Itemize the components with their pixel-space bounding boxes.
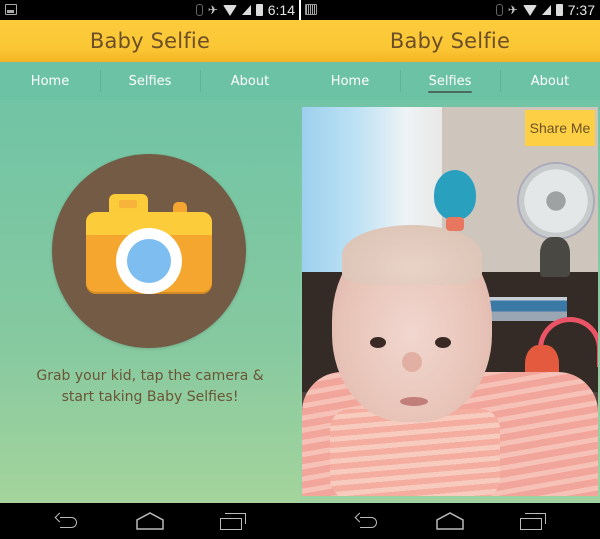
- camera-button[interactable]: [52, 154, 246, 348]
- tab-about-label: About: [530, 73, 570, 89]
- photo-toy-bulb: [434, 170, 476, 220]
- tab-about-label: About: [230, 73, 270, 89]
- status-bar: ✈ 7:37: [300, 0, 600, 20]
- status-time: 7:37: [567, 2, 595, 18]
- photo-baby-shirt: [330, 409, 500, 496]
- share-button[interactable]: Share Me: [525, 110, 595, 146]
- battery-icon: [255, 4, 263, 16]
- signal-icon: [241, 5, 251, 15]
- home-screen: ✈ 6:14 Baby Selfie Home Selfies About Gr…: [0, 0, 300, 539]
- baby-selfie-photo[interactable]: Share Me: [302, 107, 598, 496]
- back-button[interactable]: [347, 506, 387, 536]
- selfies-content: Share Me: [300, 100, 600, 503]
- tagline-line-2: start taking Baby Selfies!: [61, 389, 239, 405]
- recent-apps-button[interactable]: [213, 506, 253, 536]
- photo-toy-bulb-base: [446, 217, 464, 231]
- status-time: 6:14: [267, 2, 295, 18]
- notification-icon: [305, 4, 317, 15]
- camera-lens: [127, 239, 171, 283]
- status-bar: ✈ 6:14: [0, 0, 300, 20]
- status-icons: ✈ 6:14: [195, 1, 295, 19]
- bluetooth-icon: [195, 4, 203, 16]
- photo-baby-eye-right: [435, 337, 451, 348]
- wifi-icon: [522, 4, 537, 16]
- home-content: Grab your kid, tap the camera & start ta…: [0, 100, 300, 503]
- photo-baby-eye-left: [370, 337, 386, 348]
- photo-baby-hair: [342, 225, 482, 285]
- battery-icon: [555, 4, 563, 16]
- app-bar: Baby Selfie: [0, 20, 300, 62]
- back-icon: [55, 514, 79, 528]
- selfies-screen: ✈ 7:37 Baby Selfie Home Selfies About Sh…: [300, 0, 600, 539]
- tab-home[interactable]: Home: [300, 62, 400, 100]
- signal-icon: [541, 5, 551, 15]
- tab-home[interactable]: Home: [0, 62, 100, 100]
- system-nav-bar: [300, 503, 600, 539]
- tab-about[interactable]: About: [500, 62, 600, 100]
- app-title: Baby Selfie: [89, 29, 211, 53]
- photo-frame: Share Me: [300, 100, 600, 503]
- home-button[interactable]: [130, 506, 170, 536]
- tab-selfies[interactable]: Selfies: [400, 62, 500, 100]
- app-title: Baby Selfie: [389, 29, 511, 53]
- tab-selfies-label: Selfies: [427, 73, 473, 93]
- tab-about[interactable]: About: [200, 62, 300, 100]
- recent-apps-button[interactable]: [513, 506, 553, 536]
- screen-divider: [299, 0, 301, 20]
- home-icon: [136, 512, 164, 530]
- recent-apps-icon: [220, 513, 247, 530]
- back-icon: [355, 514, 379, 528]
- photo-fan: [517, 162, 595, 240]
- back-button[interactable]: [47, 506, 87, 536]
- tagline: Grab your kid, tap the camera & start ta…: [0, 366, 300, 408]
- tab-selfies[interactable]: Selfies: [100, 62, 200, 100]
- recent-apps-icon: [520, 513, 547, 530]
- home-icon: [436, 512, 464, 530]
- wifi-icon: [222, 4, 237, 16]
- tagline-line-1: Grab your kid, tap the camera &: [36, 368, 264, 384]
- vibrate-icon: ✈: [507, 3, 518, 17]
- bluetooth-icon: [495, 4, 503, 16]
- home-button[interactable]: [430, 506, 470, 536]
- image-notification-icon: [5, 4, 17, 15]
- photo-baby-nose: [402, 352, 422, 372]
- tab-bar: Home Selfies About: [300, 62, 600, 100]
- status-icons: ✈ 7:37: [495, 1, 595, 19]
- tab-selfies-label: Selfies: [128, 73, 172, 89]
- tab-bar: Home Selfies About: [0, 62, 300, 100]
- tab-home-label: Home: [330, 73, 370, 89]
- system-nav-bar: [0, 503, 300, 539]
- tab-home-label: Home: [30, 73, 70, 89]
- photo-books: [487, 297, 567, 321]
- share-button-label: Share Me: [529, 120, 591, 136]
- vibrate-icon: ✈: [207, 3, 218, 17]
- camera-lens-ring: [116, 228, 182, 294]
- app-bar: Baby Selfie: [300, 20, 600, 62]
- photo-fan-base: [540, 237, 570, 277]
- photo-baby-mouth: [400, 397, 428, 406]
